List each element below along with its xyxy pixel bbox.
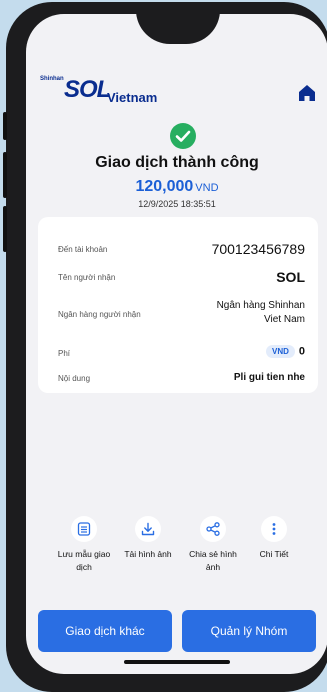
content-label: Nội dung — [58, 374, 91, 383]
download-icon — [141, 522, 155, 536]
save-template-icon-circle — [71, 516, 97, 542]
details-icon-circle — [261, 516, 287, 542]
success-title: Giao dịch thành công — [95, 154, 259, 171]
save-template-label-line2: dịch — [76, 562, 92, 572]
details-button[interactable]: Chi Tiết — [240, 516, 308, 561]
recipient-label: Tên người nhận — [58, 273, 116, 282]
app-header: Shinhan SOL Vietnam — [26, 72, 327, 112]
list-document-icon — [77, 522, 91, 536]
logo-small-text: Shinhan — [40, 76, 64, 82]
bank-value-line1: Ngân hàng Shinhan — [216, 300, 305, 311]
phone-side-button — [3, 152, 7, 198]
download-image-button[interactable]: Tải hình ảnh — [114, 516, 182, 561]
check-circle-icon — [170, 123, 196, 149]
transaction-details-card: Đến tài khoản 700123456789 Tên người nhậ… — [38, 217, 318, 393]
share-image-label-line1: Chia sẻ hình — [189, 549, 237, 559]
bank-label: Ngân hàng người nhận — [58, 310, 141, 319]
fee-currency-badge: VND — [265, 345, 295, 358]
phone-side-button — [3, 112, 7, 140]
more-vertical-icon — [272, 523, 276, 535]
amount-currency: VND — [195, 182, 219, 194]
fee-amount: 0 — [298, 345, 305, 358]
download-image-label: Tải hình ảnh — [124, 549, 172, 559]
manage-group-button[interactable]: Quản lý Nhóm — [182, 610, 316, 652]
home-indicator-bar — [124, 660, 230, 664]
bank-value-line2: Viet Nam — [264, 314, 305, 325]
phone-frame: Shinhan SOL Vietnam Giao dịch thành công… — [3, 2, 327, 692]
recipient-value: SOL — [276, 269, 305, 285]
share-icon-circle — [200, 516, 226, 542]
share-image-label-line2: ảnh — [205, 562, 221, 572]
home-icon[interactable] — [296, 82, 318, 104]
phone-side-button — [3, 206, 7, 252]
action-bar: Lưu mẫu giao dịch Tải hình ảnh Chia sẻ h… — [26, 516, 327, 596]
other-transaction-button[interactable]: Giao dịch khác — [38, 610, 172, 652]
fee-value: VND 0 — [265, 345, 305, 358]
transaction-amount: 120,000 VND — [26, 178, 327, 196]
bank-value: Ngân hàng Shinhan Viet Nam — [217, 299, 305, 327]
camera-notch — [136, 14, 220, 44]
save-template-button[interactable]: Lưu mẫu giao dịch — [50, 516, 118, 574]
logo-country-text: Vietnam — [107, 90, 158, 105]
content-value: Pli gui tien nhe — [233, 372, 305, 383]
save-template-label: Lưu mẫu giao dịch — [50, 548, 118, 574]
amount-value: 120,000 — [135, 178, 194, 195]
download-icon-circle — [135, 516, 161, 542]
account-label: Đến tài khoản — [58, 245, 108, 254]
share-image-label: Chia sẻ hình ảnh — [179, 548, 247, 574]
logo-sol-text: SOL — [64, 76, 111, 103]
app-screen: Shinhan SOL Vietnam Giao dịch thành công… — [26, 14, 327, 674]
shinhan-sol-logo: Shinhan SOL Vietnam — [40, 74, 180, 110]
transaction-datetime: 12/9/2025 18:35:51 — [138, 199, 216, 209]
share-icon — [206, 522, 220, 536]
details-label: Chi Tiết — [259, 549, 289, 559]
share-image-button[interactable]: Chia sẻ hình ảnh — [179, 516, 247, 574]
save-template-label-line1: Lưu mẫu giao — [57, 549, 111, 559]
fee-label: Phí — [58, 349, 71, 358]
account-value: 700123456789 — [211, 241, 305, 257]
